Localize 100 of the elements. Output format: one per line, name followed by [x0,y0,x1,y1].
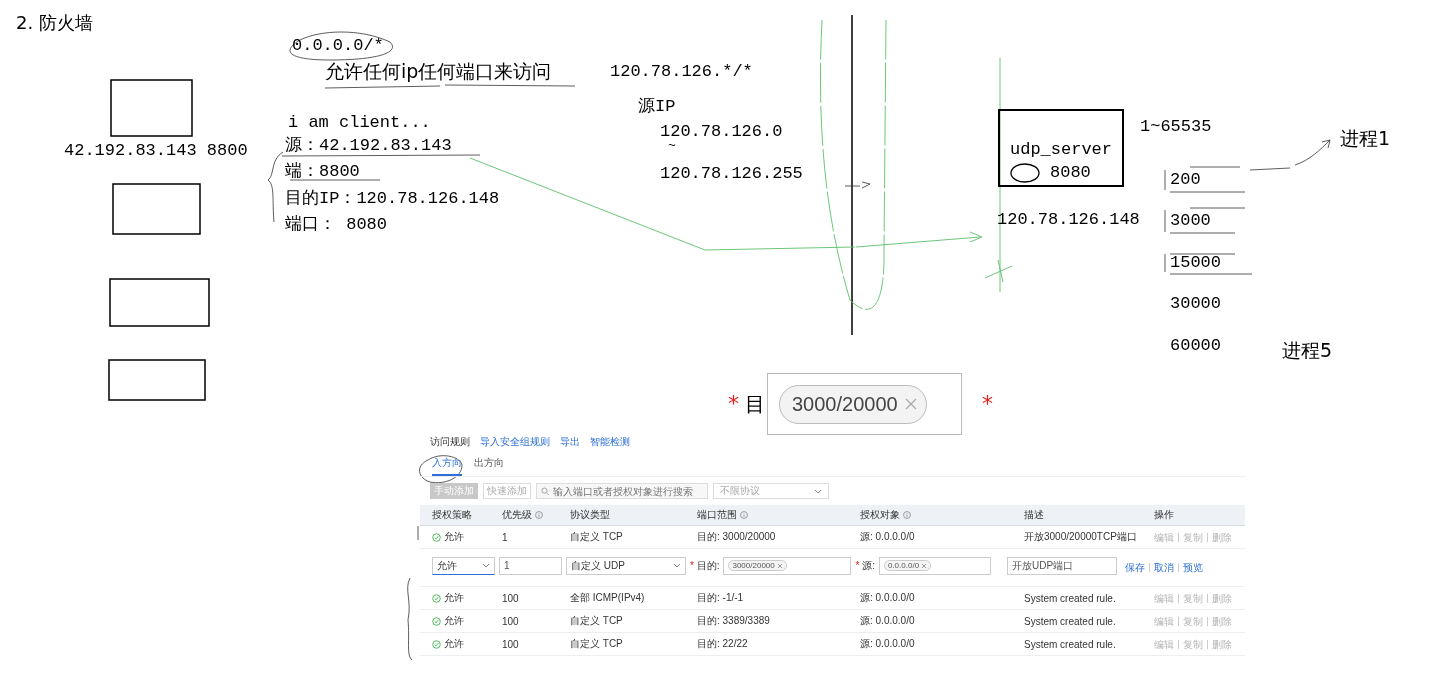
toolbar-link[interactable]: 导出 [560,435,580,449]
row-action-link[interactable]: 预览 [1177,563,1207,572]
note-text: 120.78.126.148 [997,210,1140,230]
chevron-icon [482,563,490,568]
row-action-link[interactable]: 复制 [1178,639,1207,649]
required-mark: * [728,391,739,416]
table-cell-text: 目的: -1/-1 [697,591,745,605]
table-cell-text: 自定义 TCP [570,530,624,544]
note-text: 120.78.126.*/* [610,62,753,82]
table-cell-text: 全部 ICMP(IPv4) [570,591,646,605]
note-text: 目的IP：120.78.126.148 [285,189,500,209]
row-action-link[interactable]: 复制 [1178,593,1207,603]
row-action-link[interactable]: 保存 [1124,563,1149,572]
port-tag: 3000/20000 [728,560,787,571]
note-text: 1~65535 [1140,117,1212,137]
table-cell-text: 目的: 22/22 [697,637,749,651]
policy-select[interactable]: 允许 [432,556,495,575]
protocol-select[interactable]: 不限协议 [713,483,829,499]
table-cell-text: 目的: 3000/20000 [697,530,777,544]
info-icon [535,511,543,519]
row-action-link[interactable]: 删除 [1207,593,1236,603]
field-label: * 目的: [690,558,720,573]
page-heading: 2. 防火墙 [16,11,93,35]
note-text: 15000 [1170,253,1221,273]
table-cell-text: 自定义 TCP [570,637,624,651]
column-header: 端口范围 [697,508,737,522]
close-icon[interactable] [776,562,783,569]
info-icon [740,511,748,519]
protocol-select[interactable]: 自定义 UDP [566,556,686,575]
note-text: 进程1 [1340,128,1391,148]
field-label: * 源: [855,558,875,573]
search-icon [541,486,550,496]
source-tag: 0.0.0.0/0 [883,560,932,571]
note-text: 源IP [638,97,676,117]
table-cell-text: 100 [502,615,520,627]
row-action-link[interactable]: 删除 [1207,616,1236,626]
table-cell-text: System created rule. [1024,638,1117,650]
note-text: 42.192.83.143 8800 [64,141,248,161]
toolbar-link[interactable]: 导入安全组规则 [480,435,550,449]
search-field[interactable]: 输入端口或者授权对象进行搜索 [536,483,708,499]
check-circle-icon [432,639,441,649]
port-field[interactable]: 3000/20000 [723,556,852,575]
column-header: 授权策略 [432,508,472,522]
toolbar-link[interactable]: 智能检测 [590,435,630,449]
table-cell-text: 目的: 3389/3389 [697,614,771,628]
row-action-link[interactable]: 复制 [1178,532,1207,542]
field-label: 目 [745,391,765,418]
table-cell: 允许 [444,637,464,651]
note-text: i am client... [288,113,431,133]
note-text: 120.78.126.255 [660,164,803,184]
description-input[interactable]: 开放UDP端口 [1006,556,1117,575]
column-header: 协议类型 [570,508,610,522]
server-name: udp_server [1010,141,1114,159]
table-cell-text: 100 [502,592,520,604]
column-header: 授权对象 [860,508,900,522]
row-action-link[interactable]: 删除 [1207,532,1236,542]
table-cell-text: 1 [502,531,509,543]
row-action-link[interactable]: 复制 [1178,616,1207,626]
table-cell-text: 开放3000/20000TCP端口 [1024,530,1138,544]
table-cell-text: 源: 0.0.0.0/0 [860,614,916,628]
check-circle-icon [432,532,441,542]
note-text: 允许任何ip任何端口来访问 [325,61,552,81]
row-action-link[interactable]: 编辑 [1154,616,1178,626]
row-action-link[interactable]: 编辑 [1154,532,1178,542]
required-mark: * [982,391,993,416]
close-icon[interactable] [921,562,928,569]
direction-tab[interactable]: 入方向 [432,452,462,476]
check-circle-icon [432,616,441,626]
server-port: 8080 [1050,164,1091,182]
note-text: 30000 [1170,294,1221,314]
table-cell: 允许 [444,591,464,605]
chevron-icon [673,563,681,568]
note-text: 端口： 8080 [285,215,387,235]
note-text: 源：42.192.83.143 [285,136,452,156]
table-cell-text: System created rule. [1024,592,1117,604]
column-header: 描述 [1024,508,1044,522]
source-field[interactable]: 0.0.0.0/0 [878,556,991,575]
table-cell-text: 源: 0.0.0.0/0 [860,530,916,544]
priority-input[interactable]: 1 [499,556,562,575]
note-text: 3000 [1170,211,1211,231]
tag-text: 3000/20000 [792,392,898,416]
row-action-link[interactable]: 编辑 [1154,639,1178,649]
column-header: 操作 [1154,508,1174,522]
direction-tab[interactable]: 出方向 [474,452,504,476]
add-button[interactable]: 快速添加 [483,483,531,499]
note-text: 60000 [1170,336,1221,356]
row-action-link[interactable]: 删除 [1207,639,1236,649]
table-cell-text: 源: 0.0.0.0/0 [860,591,916,605]
chevron-icon [814,488,822,494]
table-cell-text: 源: 0.0.0.0/0 [860,637,916,651]
column-header: 优先级 [502,508,532,522]
check-circle-icon [432,593,441,603]
section-title: 访问规则 [430,435,470,449]
table-cell: 允许 [444,530,464,544]
row-action-link[interactable]: 编辑 [1154,593,1178,603]
row-action-link[interactable]: 取消 [1148,563,1178,572]
note-text: 200 [1170,170,1201,190]
close-icon[interactable] [903,397,918,411]
note-text: 进程5 [1282,340,1333,360]
table-cell-text: 100 [502,638,520,650]
